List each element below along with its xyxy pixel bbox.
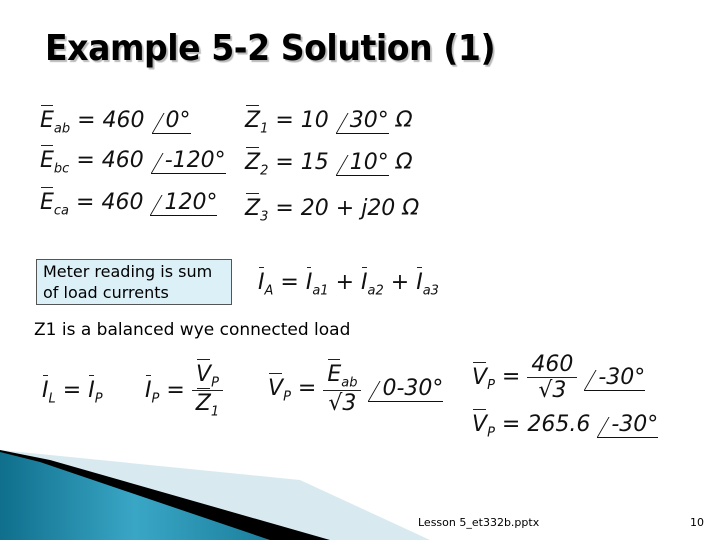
fraction: Eab √3: [323, 359, 362, 416]
eq-current-sum: IA = Ia1 + Ia2 + Ia3: [258, 267, 439, 299]
eq-vp-result: VP = 265.6 -30°: [472, 409, 659, 441]
eq-ip-vp-over-z1: IP = VP Z1: [145, 359, 224, 420]
eq-z1: Z1 = 10 30° Ω: [245, 105, 413, 137]
eq-e-ab: Eab = 460 0°: [40, 105, 191, 137]
slide-decoration: [0, 450, 430, 540]
eq-vp-eab-over-root3: VP = Eab √3 0-30°: [268, 359, 444, 417]
angle-symbol: -120°: [150, 148, 226, 174]
fraction: VP Z1: [191, 359, 224, 420]
eq-e-bc: Ebc = 460 -120°: [40, 145, 226, 177]
fraction: 460 √3: [527, 352, 578, 403]
angle-symbol: 10°: [335, 150, 389, 176]
eq-il-equals-ip: IL = IP: [42, 375, 103, 407]
angle-symbol: -30°: [584, 365, 646, 391]
footer-filename: Lesson 5_et332b.pptx: [418, 516, 540, 529]
eq-e-ca: Eca = 460 120°: [40, 187, 218, 219]
eq-vp-value-fraction: VP = 460 √3 -30°: [472, 352, 646, 403]
angle-symbol: -30°: [597, 412, 659, 438]
angle-symbol: 0-30°: [368, 376, 444, 403]
eq-z2: Z2 = 15 10° Ω: [245, 147, 413, 179]
angle-symbol: 30°: [335, 108, 389, 134]
angle-symbol: 0°: [151, 108, 191, 134]
slide-title: Example 5-2 Solution (1): [45, 28, 496, 69]
meter-reading-note: Meter reading is sum of load currents: [36, 259, 232, 305]
slide-number: 10: [690, 516, 704, 529]
angle-symbol: 120°: [150, 190, 218, 216]
eq-z3: Z3 = 20 + j20 Ω: [245, 193, 420, 225]
wye-load-note: Z1 is a balanced wye connected load: [34, 320, 351, 340]
